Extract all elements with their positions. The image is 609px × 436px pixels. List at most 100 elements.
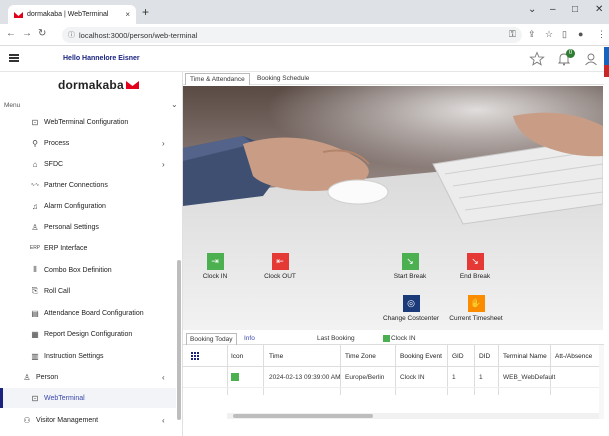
address-bar-row: ← → ↻ ⓘ localhost:3000/person/web-termin…: [0, 24, 609, 46]
site-info-icon[interactable]: ⓘ: [68, 30, 75, 40]
current-timesheet-icon: ✋: [467, 295, 485, 312]
bookmark-star-icon[interactable]: ☆: [545, 29, 553, 40]
start-break-icon: ↘: [401, 253, 419, 270]
current-timesheet-button[interactable]: ✋ Current Timesheet: [441, 295, 511, 322]
sidebar-item-label: Personal Settings: [44, 223, 99, 231]
tab-booking-today[interactable]: Booking Today: [186, 333, 237, 345]
user-account-icon[interactable]: [583, 51, 599, 67]
column-header-icon[interactable]: Icon: [231, 353, 243, 360]
url-input[interactable]: ⓘ localhost:3000/person/web-terminal: [62, 27, 522, 43]
menu-label: Menu: [4, 102, 21, 109]
sidebar-item-combo-box-definition[interactable]: ⦀ Combo Box Definition: [0, 260, 176, 280]
tab-time-attendance[interactable]: Time & Attendance: [185, 73, 250, 85]
process-icon: ⚲: [32, 138, 38, 148]
column-header-did[interactable]: DID: [479, 353, 490, 360]
alarm-icon: ♫: [32, 201, 38, 211]
hamburger-menu-icon[interactable]: [9, 54, 19, 62]
tab-booking-schedule[interactable]: Booking Schedule: [253, 73, 313, 85]
grid-scroll-thumb[interactable]: [233, 414, 373, 418]
sidebar-item-partner-connections[interactable]: ∿∿ Partner Connections: [0, 175, 176, 195]
current-timesheet-label: Current Timesheet: [449, 315, 503, 322]
sidebar-item-roll-call[interactable]: ⎘ Roll Call: [0, 281, 176, 301]
sidebar-item-label: Roll Call: [44, 287, 71, 295]
grid-column-chooser-icon[interactable]: [191, 352, 199, 360]
clock-in-button[interactable]: ⇥ Clock IN: [180, 253, 250, 280]
reload-icon[interactable]: ↻: [38, 28, 46, 39]
clock-in-icon: ⇥: [206, 253, 224, 270]
cell-gid: 1: [452, 374, 456, 381]
sidebar-item-label: Process: [44, 139, 70, 147]
sidebar-item-attendance-board-configuration[interactable]: ▤ Attendance Board Configuration: [0, 303, 176, 323]
partner-icon: ∿∿: [30, 182, 40, 188]
person-settings-icon: ♙: [31, 222, 39, 232]
end-break-button[interactable]: ↘ End Break: [440, 253, 510, 280]
sidebar-item-label: Visitor Management: [36, 416, 99, 424]
sidebar-item-sfdc[interactable]: ⌂ SFDC ›: [0, 154, 176, 174]
tab-info[interactable]: Info: [241, 333, 258, 345]
browser-tab-title: dormakaba | WebTerminal: [27, 11, 109, 18]
last-booking-label: Last Booking: [317, 335, 355, 342]
last-booking-status-icon: [383, 335, 390, 342]
change-costcenter-label: Change Costcenter: [382, 315, 439, 322]
close-window-button[interactable]: ✕: [595, 4, 603, 15]
sidebar-item-report-design-configuration[interactable]: ▦ Report Design Configuration: [0, 324, 176, 344]
column-header-att-absence[interactable]: Att-/Absence: [555, 353, 592, 360]
sidebar-item-visitor-management[interactable]: ⚇ Visitor Management ‹: [0, 410, 176, 430]
app-header: Hello Hannelore Eisner 0: [0, 46, 609, 72]
new-tab-button[interactable]: +: [142, 5, 149, 19]
back-arrow-icon[interactable]: ←: [6, 28, 16, 39]
dormakaba-logo: dormakaba: [58, 78, 139, 92]
sidebar-item-erp-interface[interactable]: ERP ERP Interface: [0, 238, 176, 258]
chevron-left-icon: ‹: [162, 372, 165, 382]
sidebar-item-webterminal[interactable]: ⊡ WebTerminal: [0, 388, 176, 408]
profile-icon[interactable]: ●: [578, 29, 583, 39]
end-break-label: End Break: [459, 273, 491, 280]
favorites-star-icon[interactable]: [529, 51, 545, 67]
maximize-button[interactable]: □: [572, 4, 578, 15]
browser-menu-icon[interactable]: ⋮: [597, 29, 606, 40]
grid-horizontal-scrollbar[interactable]: [227, 413, 599, 419]
cell-timezone: Europe/Berlin: [345, 374, 385, 381]
clock-out-label: Clock OUT: [264, 273, 296, 280]
sidebar-item-personal-settings[interactable]: ♙ Personal Settings: [0, 217, 176, 237]
sidebar-item-instruction-settings[interactable]: ▥ Instruction Settings: [0, 346, 176, 366]
url-text: localhost:3000/person/web-terminal: [79, 30, 198, 40]
start-break-button[interactable]: ↘ Start Break: [375, 253, 445, 280]
sidebar-item-person[interactable]: ♙ Person ‹: [0, 367, 176, 387]
browser-tab[interactable]: dormakaba | WebTerminal ×: [8, 5, 136, 24]
side-accent-red: [604, 65, 609, 77]
report-icon: ▦: [31, 329, 39, 339]
sidebar-item-alarm-configuration[interactable]: ♫ Alarm Configuration: [0, 196, 176, 216]
column-header-gid[interactable]: GID: [452, 353, 464, 360]
sidebar-item-label: WebTerminal: [44, 394, 85, 402]
sidebar-scrollbar[interactable]: [177, 260, 181, 420]
side-accent-blue: [604, 47, 609, 65]
greeting-text: Hello Hannelore Eisner: [63, 55, 140, 62]
sidebar-item-webterminal-configuration[interactable]: ⊡ WebTerminal Configuration: [0, 112, 176, 132]
sidebar-item-process[interactable]: ⚲ Process ›: [0, 133, 176, 153]
sidepanel-icon[interactable]: ▯: [562, 29, 567, 40]
tab-search-icon[interactable]: ⌄: [528, 4, 536, 15]
column-header-time-zone[interactable]: Time Zone: [345, 353, 376, 360]
clock-out-button[interactable]: ⇤ Clock OUT: [245, 253, 315, 280]
close-tab-icon[interactable]: ×: [125, 10, 130, 19]
menu-collapse-chevron-icon[interactable]: ⌄: [171, 100, 178, 109]
column-header-terminal-name[interactable]: Terminal Name: [503, 353, 547, 360]
attendance-board-icon: ▤: [31, 308, 39, 318]
combo-icon: ⦀: [33, 265, 37, 274]
sidebar-item-label: Alarm Configuration: [44, 202, 106, 210]
grid-vertical-scrollbar[interactable]: [599, 345, 604, 419]
sidebar-item-label: Instruction Settings: [44, 352, 104, 360]
share-icon[interactable]: ⇪: [528, 29, 536, 40]
chevron-right-icon: ›: [162, 138, 165, 148]
column-header-time[interactable]: Time: [269, 353, 283, 360]
key-icon[interactable]: ⚿: [509, 29, 516, 40]
change-costcenter-button[interactable]: ◎ Change Costcenter: [376, 295, 446, 322]
table-row[interactable]: 2024-02-13 09:39:00 AM Europe/Berlin Clo…: [183, 368, 599, 388]
column-header-booking-event[interactable]: Booking Event: [400, 353, 442, 360]
minimize-button[interactable]: –: [550, 4, 556, 15]
forward-arrow-icon[interactable]: →: [22, 28, 32, 39]
sidebar-item-label: WebTerminal Configuration: [44, 118, 129, 126]
dormakaba-favicon-icon: [14, 11, 23, 18]
sidebar: dormakaba Menu ⌄ ⊡ WebTerminal Configura…: [0, 72, 183, 436]
